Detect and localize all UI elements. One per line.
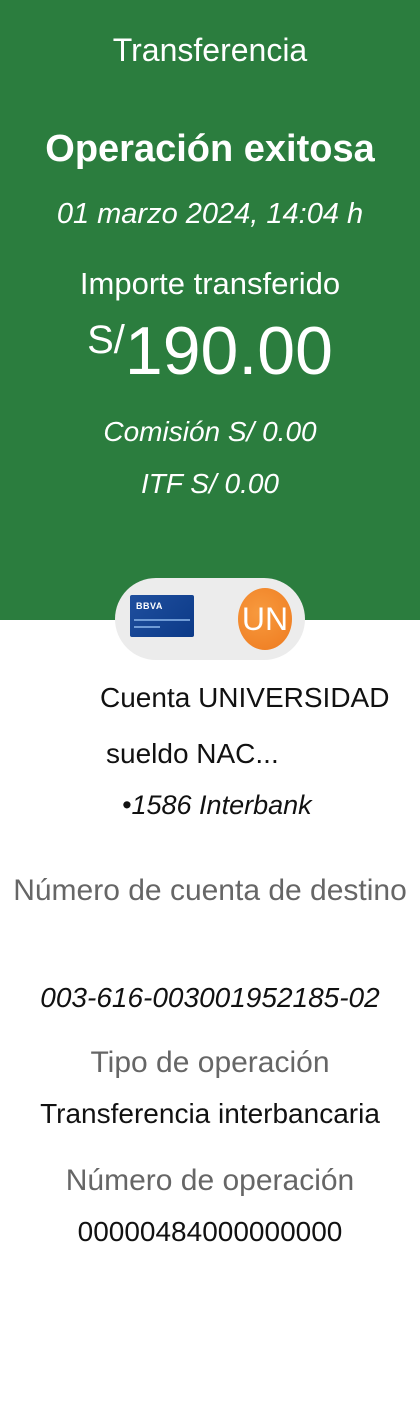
- amount-value: 190.00: [124, 313, 333, 389]
- success-header: Transferencia Operación exitosa 01 marzo…: [0, 0, 420, 620]
- status-title: Operación exitosa: [45, 128, 375, 170]
- amount-display: S/190.00: [0, 312, 420, 390]
- operation-type-label: Tipo de operación: [90, 1046, 330, 1079]
- account-meta: •1586 Interbank: [122, 790, 312, 821]
- bank-logos: BBVA UN: [115, 578, 305, 660]
- account-name-line1: Cuenta UNIVERSIDAD: [100, 682, 390, 713]
- destination-account-value: 003-616-003001952185-02: [40, 982, 380, 1013]
- currency-symbol: S/: [87, 318, 125, 362]
- operation-datetime: 01 marzo 2024, 14:04 h: [56, 198, 364, 230]
- fee-text: Comisión S/ 0.00: [103, 416, 317, 447]
- operation-type-value: Transferencia interbancaria: [40, 1098, 380, 1129]
- operation-number-label: Número de operación: [65, 1164, 355, 1197]
- card-stripe: [134, 619, 190, 621]
- card-brand-label: BBVA: [136, 601, 163, 611]
- itf-text: ITF S/ 0.00: [141, 468, 279, 499]
- card-stripe: [134, 626, 160, 628]
- amount-label: Importe transferido: [79, 266, 341, 301]
- destination-account-label: Número de cuenta de destino: [13, 874, 407, 907]
- screen-title: Transferencia: [112, 32, 308, 68]
- bbva-card-icon: BBVA: [130, 595, 194, 637]
- masked-account-number: •1586: [122, 790, 192, 820]
- destination-account-badge: UN: [238, 588, 292, 650]
- bank-name: Interbank: [199, 790, 312, 820]
- account-name-line2: sueldo NAC...: [106, 738, 279, 769]
- operation-number-value: 00000484000000000: [77, 1216, 343, 1247]
